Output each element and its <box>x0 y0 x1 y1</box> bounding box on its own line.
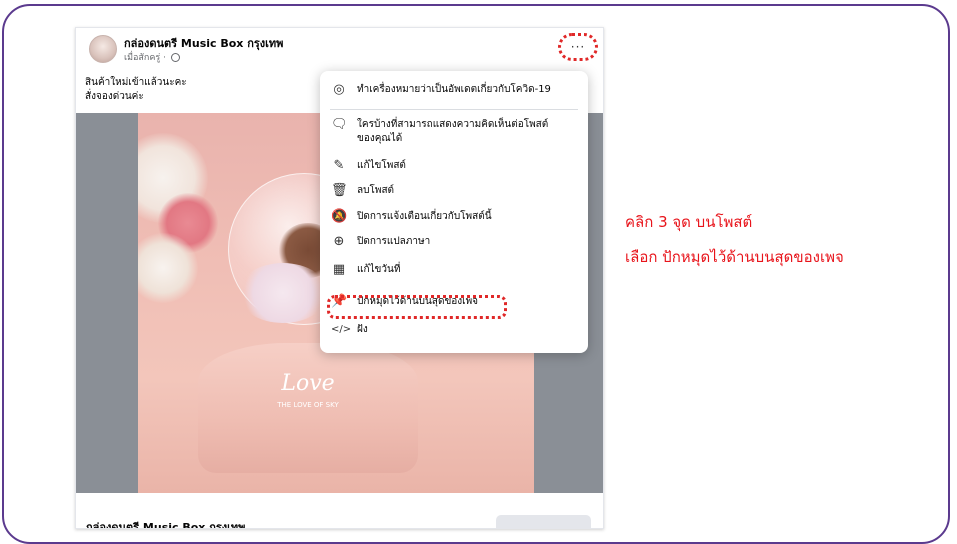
menu-item-calendar[interactable]: ▦ แก้ไขวันที่ <box>320 261 588 281</box>
post-caption-line1: สินค้าใหม่เข้าแล้วนะคะ <box>85 77 187 88</box>
menu-item-comment[interactable]: 🗨 ใครบ้างที่สามารถแสดงความคิดเห็นต่อโพสต์… <box>320 116 588 144</box>
translate-icon: ⊕ <box>333 234 345 249</box>
menu-item-label: แก้ไขโพสต์ <box>357 160 406 171</box>
trash-icon: 🗑 <box>331 183 348 198</box>
menu-item-translate[interactable]: ⊕ ปิดการแปลภาษา <box>320 233 588 253</box>
base-subtitle-text: THE LOVE OF SKY <box>277 401 339 409</box>
instruction-line2: เลือก ปักหมุดไว้ด้านบนสุดของเพจ <box>625 248 844 266</box>
comment-icon: 🗨 <box>331 117 348 132</box>
menu-item-label: ปิดการแจ้งเตือนเกี่ยวกับโพสต์นี้ <box>357 211 492 222</box>
calendar-icon: ▦ <box>332 262 346 277</box>
menu-item-label: ทำเครื่องหมายว่าเป็นอัพเดตเกี่ยวกับโควิด… <box>357 84 551 95</box>
menu-item-trash[interactable]: 🗑 ลบโพสต์ <box>320 182 588 202</box>
cloud-decoration <box>238 263 328 323</box>
base-love-text: Love <box>281 371 335 396</box>
music-box-base: Love THE LOVE OF SKY <box>198 343 418 473</box>
menu-item-label: ใครบ้างที่สามารถแสดงความคิดเห็นต่อโพสต์ <box>357 119 549 130</box>
menu-item-label-cont: ของคุณได้ <box>357 133 403 144</box>
instruction-line1: คลิก 3 จุด บนโพสต์ <box>625 213 753 231</box>
embed-icon: </> <box>331 324 352 335</box>
post-timestamp[interactable]: เมื่อสักครู่ · <box>124 50 180 64</box>
pencil-icon: ✎ <box>333 158 345 173</box>
menu-item-embed[interactable]: </> ฝัง <box>320 321 588 341</box>
globe-icon <box>170 53 180 62</box>
pin-highlight-marker <box>327 295 507 319</box>
ellipsis-icon: ··· <box>570 40 586 54</box>
footer-page-name[interactable]: กล่องดนตรี Music Box กรุงเทพ <box>86 518 245 528</box>
menu-item-label: ฝัง <box>357 324 368 335</box>
menu-item-label: แก้ไขวันที่ <box>357 264 401 275</box>
more-options-button[interactable]: ··· <box>558 33 598 61</box>
footer-action-button[interactable] <box>496 515 591 528</box>
post-footer: กล่องดนตรี Music Box กรุงเทพ <box>76 493 603 528</box>
page-avatar[interactable] <box>89 35 117 63</box>
timestamp-text: เมื่อสักครู่ · <box>124 53 166 63</box>
menu-item-label: ลบโพสต์ <box>357 185 395 196</box>
menu-item-bell-off[interactable]: 🔕 ปิดการแจ้งเตือนเกี่ยวกับโพสต์นี้ <box>320 208 588 228</box>
covid-info-icon: ◎ <box>333 82 345 97</box>
menu-divider <box>330 109 578 110</box>
post-caption-line2: สั่งจองด่วนค่ะ <box>85 91 144 102</box>
menu-item-label: ปิดการแปลภาษา <box>357 236 431 247</box>
menu-item-pencil[interactable]: ✎ แก้ไขโพสต์ <box>320 157 588 177</box>
menu-item-covid-info[interactable]: ◎ ทำเครื่องหมายว่าเป็นอัพเดตเกี่ยวกับโควิ… <box>320 81 588 101</box>
bell-off-icon: 🔕 <box>331 209 348 224</box>
